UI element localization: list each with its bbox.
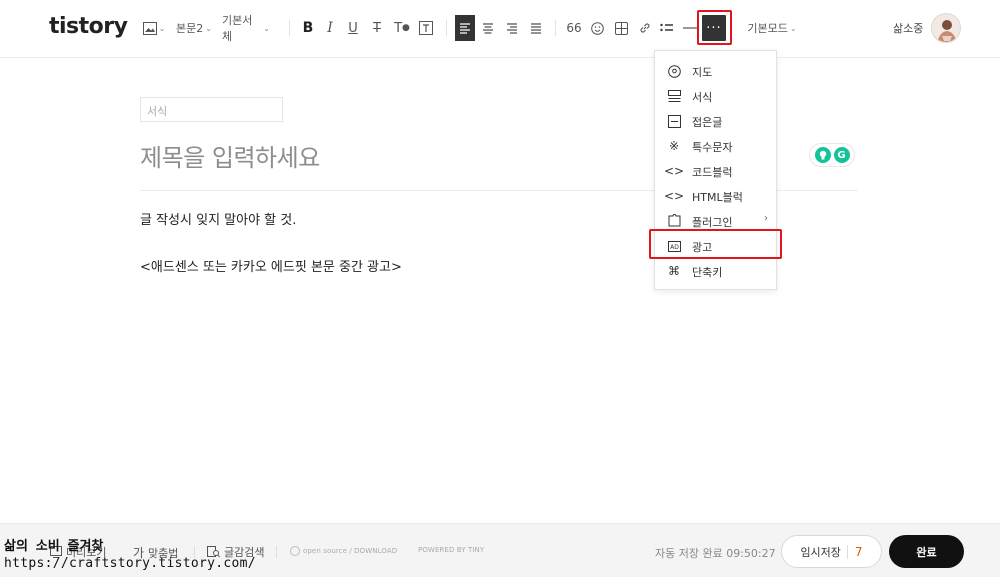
more-options-highlight: [697, 10, 732, 45]
image-insert-button[interactable]: ⌄: [142, 15, 166, 41]
grammarly-widget[interactable]: G: [809, 143, 855, 167]
quote-button[interactable]: 66: [564, 15, 584, 41]
font-family-dropdown[interactable]: 기본서체 ⌄: [222, 14, 270, 43]
menu-item-shortcuts[interactable]: ⌘ 단축키: [655, 259, 776, 283]
fold-icon: [666, 113, 682, 129]
emoticon-button[interactable]: [588, 15, 606, 41]
bullet-list-icon: [660, 23, 673, 32]
plugin-icon: [666, 213, 682, 229]
body-paragraph-1[interactable]: 글 작성시 잊지 말아야 할 것.: [140, 209, 296, 228]
powered-by-label: POWERED BY TINY: [418, 546, 485, 554]
open-source-icon: [290, 546, 300, 556]
align-right-button[interactable]: [503, 15, 521, 41]
editor-toolbar: tistory ⌄ 본문2 ⌄ 기본서체 ⌄ B I U T T ● 66 ··…: [0, 0, 1000, 58]
align-left-button[interactable]: [455, 15, 475, 41]
align-justify-button[interactable]: [527, 15, 545, 41]
map-pin-icon: [666, 63, 682, 79]
tistory-logo[interactable]: tistory: [49, 14, 128, 39]
table-icon: [614, 21, 628, 35]
align-center-icon: [483, 23, 493, 34]
align-left-icon: [460, 23, 470, 34]
chevron-down-icon: ⌄: [205, 23, 212, 33]
link-button[interactable]: [636, 15, 654, 41]
command-icon: ⌘: [668, 264, 680, 278]
watermark-url: https://craftstory.tistory.com/: [4, 556, 256, 571]
text-box-icon: [419, 21, 433, 35]
editor-mode-dropdown[interactable]: 기본모드 ⌄: [746, 15, 798, 41]
italic-button[interactable]: I: [321, 15, 339, 41]
text-background-button[interactable]: [416, 15, 436, 41]
template-icon: [666, 88, 682, 104]
align-right-icon: [507, 23, 517, 34]
bold-button[interactable]: B: [299, 15, 317, 41]
special-char-icon: ※: [668, 139, 680, 153]
menu-item-special-char[interactable]: ※ 특수문자: [655, 134, 776, 158]
profile-image-icon: [937, 20, 957, 42]
blog-watermark: 삶의 소비 즐겨찾 https://craftstory.tistory.com…: [4, 535, 256, 571]
link-icon: [640, 23, 650, 33]
menu-item-html-block[interactable]: <> HTML블럭: [655, 184, 776, 208]
watermark-title: 삶의 소비 즐겨찾: [4, 539, 104, 554]
bulb-icon: [814, 147, 831, 163]
menu-item-map[interactable]: 지도: [655, 59, 776, 83]
smile-icon: [590, 21, 604, 35]
html-icon: <>: [663, 189, 685, 203]
align-justify-icon: [531, 23, 541, 34]
chevron-right-icon: ›: [764, 213, 768, 224]
menu-item-fold[interactable]: 접은글: [655, 109, 776, 133]
open-source-link[interactable]: open source / DOWNLOAD: [290, 546, 397, 556]
menu-item-template[interactable]: 서식: [655, 84, 776, 108]
ad-item-highlight: [649, 229, 782, 259]
underline-button[interactable]: U: [344, 15, 362, 41]
text-color-button[interactable]: T ●: [392, 15, 412, 41]
user-name[interactable]: 삶소중: [893, 20, 923, 36]
body-paragraph-2[interactable]: <애드센스 또는 카카오 에드핏 본문 중간 광고>: [140, 256, 402, 275]
category-select[interactable]: 서식: [140, 97, 283, 122]
publish-done-button[interactable]: 완료: [889, 535, 964, 568]
autosave-status: 자동 저장 완료 09:50:27: [655, 547, 776, 560]
list-button[interactable]: [658, 15, 676, 41]
code-icon: <>: [663, 164, 685, 178]
chevron-down-icon: ⌄: [789, 23, 797, 33]
align-center-button[interactable]: [479, 15, 497, 41]
table-button[interactable]: [612, 15, 630, 41]
avatar[interactable]: [931, 13, 961, 43]
draft-count: 7: [846, 544, 863, 559]
chevron-down-icon: ⌄: [263, 23, 270, 33]
horizontal-rule-button[interactable]: [682, 15, 698, 41]
image-icon: [142, 21, 157, 35]
save-draft-button[interactable]: 임시저장 7: [781, 535, 882, 568]
strikethrough-button[interactable]: T: [368, 15, 386, 41]
title-input[interactable]: 제목을 입력하세요: [140, 138, 320, 173]
grammarly-icon: G: [833, 147, 850, 163]
menu-item-code-block[interactable]: <> 코드블럭: [655, 159, 776, 183]
paragraph-style-dropdown[interactable]: 본문2 ⌄: [176, 15, 212, 41]
horizontal-line-icon: [683, 27, 697, 29]
